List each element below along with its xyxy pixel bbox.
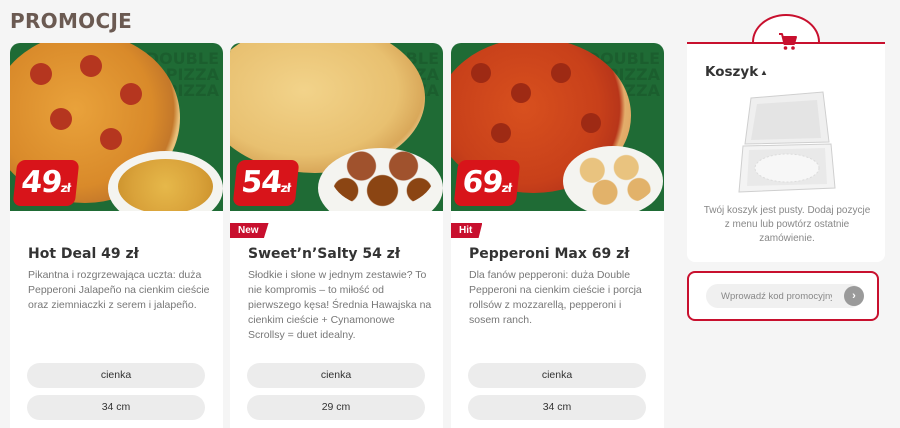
cinnamon-scrolls xyxy=(330,138,435,208)
crust-option[interactable]: cienka xyxy=(27,363,205,388)
new-badge: New xyxy=(230,223,269,238)
page-title: PROMOCJE xyxy=(10,9,133,33)
product-image[interactable]: DOUBLE PIZZA PIZZA 49zł xyxy=(10,43,223,211)
crust-option[interactable]: cienka xyxy=(468,363,646,388)
product-card-hot-deal[interactable]: DOUBLE PIZZA PIZZA 49zł Hot Deal 49 zł P… xyxy=(10,43,223,428)
mozzarella-rolls xyxy=(571,151,656,206)
price-badge: 54zł xyxy=(232,160,300,206)
size-option[interactable]: 34 cm xyxy=(468,395,646,420)
cart-icon[interactable] xyxy=(778,33,798,51)
price-badge: 49zł xyxy=(12,160,80,206)
pepperoni-slice xyxy=(80,55,102,77)
product-title[interactable]: Sweet’n’Salty 54 zł xyxy=(248,246,400,262)
pepperoni-slice xyxy=(551,63,571,83)
size-option[interactable]: 34 cm xyxy=(27,395,205,420)
caret-up-icon[interactable]: ▲ xyxy=(760,68,768,77)
product-description: Dla fanów pepperoni: duża Double Peppero… xyxy=(469,269,642,326)
cart-title[interactable]: Koszyk xyxy=(705,64,758,80)
product-title[interactable]: Pepperoni Max 69 zł xyxy=(469,246,629,262)
product-card-pepperoni-max[interactable]: DOUBLE PIZZA PIZZA 69zł Hit Pepperoni Ma… xyxy=(451,43,664,428)
size-option[interactable]: 29 cm xyxy=(247,395,425,420)
price-badge: 69zł xyxy=(453,160,521,206)
promo-code-box: › xyxy=(687,271,879,321)
empty-pizza-box-image xyxy=(737,88,837,196)
potato-wedges xyxy=(118,159,213,211)
pepperoni-slice xyxy=(581,113,601,133)
product-title[interactable]: Hot Deal 49 zł xyxy=(28,246,139,262)
pepperoni-slice xyxy=(100,128,122,150)
pepperoni-slice xyxy=(30,63,52,85)
product-image[interactable]: DOUBLE PIZZA PIZZA 69zł xyxy=(451,43,664,211)
product-description: Słodkie i słone w jednym zestawie? To ni… xyxy=(248,269,432,341)
product-image[interactable]: DOUBLE PIZZA PIZZA 54zł xyxy=(230,43,443,211)
pepperoni-slice xyxy=(491,123,511,143)
product-description: Pikantna i rozgrzewająca uczta: duża Pep… xyxy=(28,269,210,311)
hit-badge: Hit xyxy=(451,223,483,238)
pepperoni-slice xyxy=(50,108,72,130)
pepperoni-slice xyxy=(471,63,491,83)
promo-code-input[interactable] xyxy=(706,284,862,308)
chevron-right-icon[interactable]: › xyxy=(844,286,864,306)
crust-option[interactable]: cienka xyxy=(247,363,425,388)
cart-empty-message: Twój koszyk jest pusty. Dodaj pozycje z … xyxy=(703,205,871,244)
product-card-sweet-n-salty[interactable]: DOUBLE PIZZA PIZZA 54zł New Sweet’n’Salt… xyxy=(230,43,443,428)
pepperoni-slice xyxy=(120,83,142,105)
pepperoni-slice xyxy=(511,83,531,103)
